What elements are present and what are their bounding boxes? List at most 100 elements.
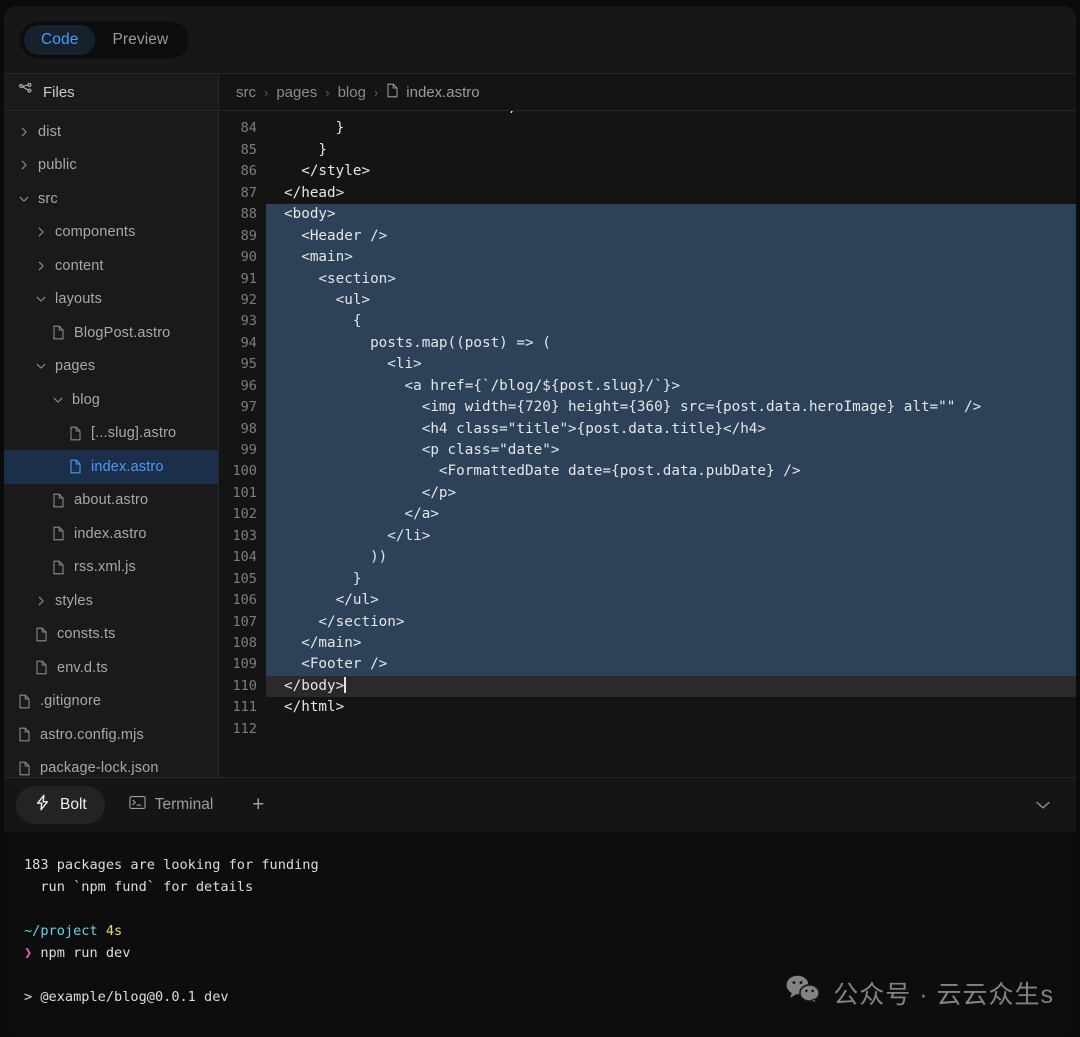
code-line: 89 <Header /> (219, 226, 1076, 247)
file-icon (35, 660, 48, 675)
tree-item-label: src (38, 191, 58, 207)
tree-file-rss-xml-js[interactable]: rss.xml.js (4, 551, 218, 585)
terminal-tab-terminal[interactable]: Terminal (111, 786, 232, 824)
terminal-output[interactable]: 183 packages are looking for funding run… (4, 832, 1076, 1037)
tree-file-about-astro[interactable]: about.astro (4, 484, 218, 518)
tree-file-consts-ts[interactable]: consts.ts (4, 618, 218, 652)
code-line: 90 <main> (219, 247, 1076, 268)
terminal-tab-terminal-label: Terminal (155, 796, 214, 814)
terminal-tab-bolt[interactable]: Bolt (16, 786, 105, 824)
code-line: 110</body> (219, 676, 1076, 697)
tree-item-label: consts.ts (57, 626, 116, 642)
tree-folder-layouts[interactable]: layouts (4, 283, 218, 317)
code-text: font-size: 1.563em; (266, 111, 1076, 118)
terminal-text: 4s (106, 923, 122, 939)
tab-preview-label: Preview (112, 31, 168, 49)
file-icon (69, 459, 82, 474)
code-text: <p class="date"> (266, 440, 1076, 461)
tree-folder-components[interactable]: components (4, 216, 218, 250)
code-line: 104 )) (219, 547, 1076, 568)
add-terminal-button[interactable]: + (241, 788, 275, 822)
line-number: 112 (219, 719, 266, 740)
code-line: 94 posts.map((post) => ( (219, 333, 1076, 354)
code-line: 108 </main> (219, 633, 1076, 654)
terminal-line (24, 964, 1076, 986)
tree-file-gitignore[interactable]: .gitignore (4, 685, 218, 719)
tree-folder-content[interactable]: content (4, 249, 218, 283)
terminal-text: > @example/blog@0.0.1 dev (24, 989, 229, 1005)
line-number: 107 (219, 612, 266, 633)
tree-item-label: astro.config.mjs (40, 727, 144, 743)
file-explorer-sidebar: Files distpublic src componentscontent layo… (4, 74, 219, 777)
code-text: </section> (266, 612, 1076, 633)
breadcrumb[interactable]: src › pages › blog › index.astro (219, 74, 1076, 111)
terminal-icon (129, 795, 146, 815)
tab-preview[interactable]: Preview (95, 25, 185, 55)
code-preview-switcher[interactable]: Code Preview (20, 21, 189, 59)
line-number: 108 (219, 633, 266, 654)
breadcrumb-item-pages[interactable]: pages (276, 84, 317, 101)
tree-file-package-lock-json[interactable]: package-lock.json (4, 752, 218, 778)
code-line: 99 <p class="date"> (219, 440, 1076, 461)
terminal-text (98, 923, 106, 939)
breadcrumb-item-src[interactable]: src (236, 84, 256, 101)
line-number: 97 (219, 397, 266, 418)
code-text: )) (266, 547, 1076, 568)
tree-folder-styles[interactable]: styles (4, 584, 218, 618)
code-line: 95 <li> (219, 354, 1076, 375)
tree-file-slug-astro[interactable]: [...slug].astro (4, 417, 218, 451)
code-line: 112 (219, 719, 1076, 740)
tree-file-astro-config-mjs[interactable]: astro.config.mjs (4, 718, 218, 752)
chevron-right-icon: › (374, 85, 378, 100)
chevron-down-icon[interactable] (1026, 788, 1060, 822)
tree-item-label: layouts (55, 291, 102, 307)
chevron-right-icon (18, 126, 30, 138)
tree-file-index-astro[interactable]: index.astro (4, 450, 218, 484)
code-text: posts.map((post) => ( (266, 333, 1076, 354)
file-icon (52, 493, 65, 508)
code-line: 87</head> (219, 183, 1076, 204)
code-text: } (266, 569, 1076, 590)
tree-item-label: env.d.ts (57, 660, 108, 676)
tab-code[interactable]: Code (24, 25, 95, 55)
chevron-right-icon (18, 159, 30, 171)
code-line: 93 { (219, 311, 1076, 332)
chevron-right-icon (35, 595, 47, 607)
line-number: 87 (219, 183, 266, 204)
tree-folder-public[interactable]: public (4, 149, 218, 183)
line-number: 101 (219, 483, 266, 504)
line-number: 100 (219, 461, 266, 482)
tree-folder-dist[interactable]: dist (4, 115, 218, 149)
code-line: 91 <section> (219, 269, 1076, 290)
code-line: 97 <img width={720} height={360} src={po… (219, 397, 1076, 418)
tree-file-env-d-ts[interactable]: env.d.ts (4, 651, 218, 685)
terminal-line: > @example/blog@0.0.1 dev (24, 986, 1076, 1008)
git-branch-icon (18, 82, 33, 102)
tree-file-index-astro[interactable]: index.astro (4, 517, 218, 551)
line-number: 110 (219, 676, 266, 697)
code-line: 98 <h4 class="title">{post.data.title}</… (219, 419, 1076, 440)
breadcrumb-item-file[interactable]: index.astro (386, 83, 479, 102)
line-number: 88 (219, 204, 266, 225)
ide-window: Code Preview Files distpubli (4, 6, 1076, 1037)
code-line: 109 <Footer /> (219, 654, 1076, 675)
terminal-text: npm run dev (32, 945, 130, 961)
chevron-down-icon (52, 394, 64, 406)
code-viewport[interactable]: 83 font-size: 1.563em;84 }85 }86 </style… (219, 111, 1076, 777)
tree-file-blogpost-astro[interactable]: BlogPost.astro (4, 316, 218, 350)
terminal-line: ~/project 4s (24, 920, 1076, 942)
tree-folder-pages[interactable]: pages (4, 350, 218, 384)
tree-folder-blog[interactable]: blog (4, 383, 218, 417)
breadcrumb-item-blog[interactable]: blog (338, 84, 366, 101)
file-tree[interactable]: distpublic src componentscontent layouts Blo… (4, 111, 218, 777)
workbench: Files distpublic src componentscontent layo… (4, 74, 1076, 777)
line-number: 84 (219, 118, 266, 139)
tree-item-label: .gitignore (40, 693, 101, 709)
code-text: <Footer /> (266, 654, 1076, 675)
chevron-down-icon (35, 360, 47, 372)
tree-folder-src[interactable]: src (4, 182, 218, 216)
code-text: </body> (266, 676, 1076, 697)
line-number: 103 (219, 526, 266, 547)
chevron-down-icon (35, 293, 47, 305)
files-header: Files (4, 74, 218, 111)
